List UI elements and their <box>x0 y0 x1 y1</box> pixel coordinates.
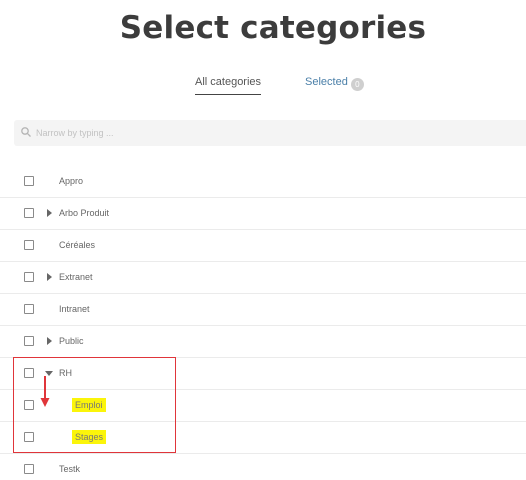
list-item-child[interactable]: Emploi <box>0 390 526 422</box>
list-item-child[interactable]: Stages <box>0 422 526 454</box>
category-label: Arbo Produit <box>59 208 110 218</box>
list-item[interactable]: Intranet <box>0 294 526 326</box>
category-label: Public <box>59 336 84 346</box>
category-label: Appro <box>59 176 84 186</box>
caret-right-icon[interactable] <box>47 337 52 345</box>
category-label: Emploi <box>72 398 106 412</box>
category-list: Appro Arbo Produit Céréales Extranet Int… <box>0 166 526 480</box>
tab-selected[interactable]: Selected 0 <box>305 76 364 91</box>
search-icon <box>21 127 31 137</box>
checkbox[interactable] <box>24 304 34 314</box>
checkbox[interactable] <box>24 464 34 474</box>
search-input[interactable] <box>36 120 516 146</box>
tab-all-categories-label: All categories <box>195 76 262 88</box>
list-item[interactable]: Appro <box>0 166 526 198</box>
list-item[interactable]: Extranet <box>0 262 526 294</box>
checkbox[interactable] <box>24 368 34 378</box>
category-label: Intranet <box>59 304 90 314</box>
tab-selected-label: Selected <box>305 76 348 88</box>
category-label: Testk <box>59 464 81 474</box>
category-label: Extranet <box>59 272 93 282</box>
list-item[interactable]: Arbo Produit <box>0 198 526 230</box>
checkbox[interactable] <box>24 400 34 410</box>
category-label: RH <box>59 368 72 378</box>
search-bar <box>14 120 526 146</box>
category-label: Céréales <box>59 240 96 250</box>
list-item[interactable]: Céréales <box>0 230 526 262</box>
checkbox[interactable] <box>24 208 34 218</box>
list-item[interactable]: Public <box>0 326 526 358</box>
checkbox[interactable] <box>24 432 34 442</box>
caret-right-icon[interactable] <box>47 273 52 281</box>
page-title: Select categories <box>119 10 427 46</box>
list-item[interactable]: RH <box>0 358 526 390</box>
checkbox[interactable] <box>24 176 34 186</box>
caret-right-icon[interactable] <box>47 209 52 217</box>
category-label: Stages <box>72 430 107 444</box>
tab-all-categories[interactable]: All categories <box>195 76 262 95</box>
category-tabs: All categories Selected 0 <box>0 74 526 104</box>
caret-down-icon[interactable] <box>45 371 53 376</box>
selected-count-badge: 0 <box>350 78 364 91</box>
checkbox[interactable] <box>24 240 34 250</box>
checkbox[interactable] <box>24 336 34 346</box>
list-item[interactable]: Testk <box>0 454 526 480</box>
checkbox[interactable] <box>24 272 34 282</box>
